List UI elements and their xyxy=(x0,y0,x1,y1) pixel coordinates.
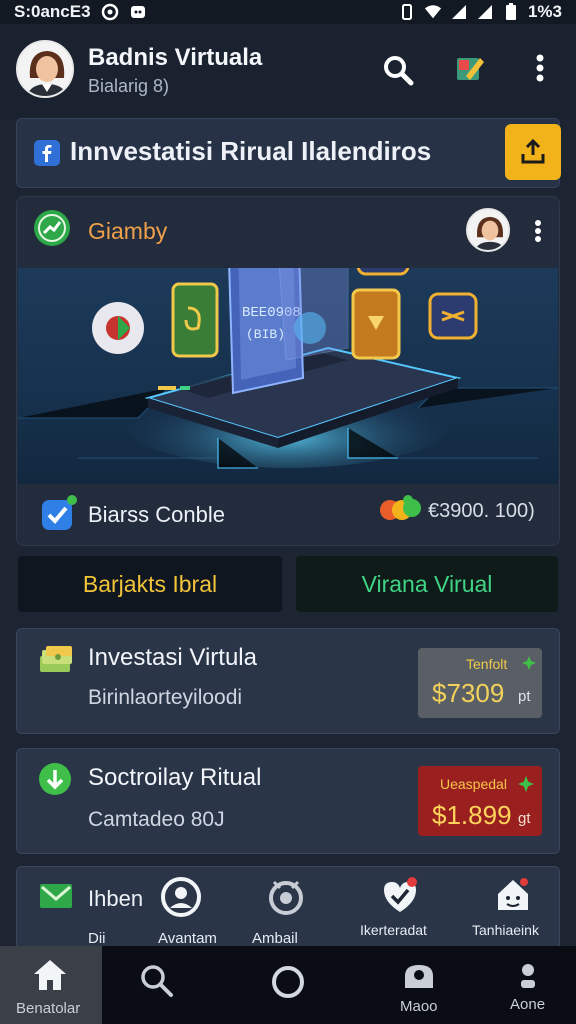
checkbox-icon[interactable] xyxy=(40,494,78,532)
shortcut-1-sublabel: Dii xyxy=(88,930,106,947)
edit-icon[interactable] xyxy=(450,48,490,88)
app-title: Badnis Virtuala xyxy=(88,44,263,71)
card-2-subtitle: Camtadeo 80J xyxy=(88,808,225,831)
card-1-title: Investasi Virtula xyxy=(88,644,257,671)
nav-messages-icon[interactable] xyxy=(402,962,436,994)
card-1-price: $7309 xyxy=(432,678,505,708)
card-1-price-label: Tenfolt xyxy=(466,656,508,672)
nav-search-icon[interactable] xyxy=(138,962,174,998)
nav-profile-label[interactable]: Aone xyxy=(510,996,545,1013)
home-face-icon[interactable] xyxy=(494,876,532,914)
shortcut-4-label[interactable]: Ikerteradat xyxy=(360,922,427,938)
nav-circle-icon[interactable] xyxy=(270,964,306,1000)
download-icon xyxy=(38,762,72,796)
card-2-price-suffix: gt xyxy=(518,810,531,827)
hero-illustration: BEE0908 (BIB) xyxy=(18,268,558,484)
hero-label: Giamby xyxy=(88,218,168,244)
check-heart-icon[interactable] xyxy=(380,876,420,916)
status-time: S:0ancE3 xyxy=(14,2,91,21)
account-icon[interactable] xyxy=(160,876,202,918)
card-2-price-box: Ueaspedal $1.899 gt xyxy=(418,766,542,836)
signal-icon xyxy=(450,3,468,21)
shortcut-5-label[interactable]: Tanhiaeink xyxy=(472,922,539,938)
chrome-float-icon xyxy=(92,302,144,354)
hero-avatar[interactable] xyxy=(466,208,510,252)
shortcut-2-label[interactable]: Avantam xyxy=(158,930,217,947)
hero-footer-amount: €3900. 100) xyxy=(428,500,535,522)
hero-more-icon[interactable] xyxy=(528,216,548,246)
card-2-price-label: Ueaspedal xyxy=(440,776,507,792)
trend-icon xyxy=(32,208,72,248)
tab-left-button[interactable]: Barjakts Ibral xyxy=(18,556,282,612)
status-bar: S:0ancE3 1%3 xyxy=(0,0,576,24)
nav-messages-label[interactable]: Maoo xyxy=(400,998,438,1015)
shortcut-1-label[interactable]: Ihben xyxy=(88,886,143,912)
card-1-subtitle: Birinlaorteyiloodi xyxy=(88,686,243,709)
profile-avatar[interactable] xyxy=(16,40,74,98)
target-icon[interactable] xyxy=(266,876,306,918)
card-1-price-box: Tenfolt $7309 pt xyxy=(418,648,542,718)
sparkle-icon xyxy=(518,776,534,792)
card-2-title: Soctroilay Ritual xyxy=(88,764,262,791)
banner-title: Innvestatisi Rirual Ilalendiros xyxy=(70,136,432,166)
coins-icon xyxy=(378,494,424,524)
card-2-price: $1.899 xyxy=(432,800,512,830)
mail-icon[interactable] xyxy=(38,880,74,912)
home-icon[interactable] xyxy=(32,958,68,992)
more-options-icon[interactable] xyxy=(522,48,558,88)
card-1-price-suffix: pt xyxy=(518,688,531,705)
vibrate-icon xyxy=(398,3,416,21)
search-icon[interactable] xyxy=(378,50,418,90)
battery-icon xyxy=(502,3,520,21)
money-stack-icon xyxy=(36,642,76,676)
sparkle-icon xyxy=(522,656,536,670)
shortcut-3-label[interactable]: Ambail xyxy=(252,930,298,947)
hero-footer-label: Biarss Conble xyxy=(88,502,225,527)
status-clock: 1%3 xyxy=(527,2,562,21)
notification-icon xyxy=(101,3,119,21)
share-button[interactable] xyxy=(505,124,561,180)
facebook-icon xyxy=(34,140,60,166)
nav-profile-icon[interactable] xyxy=(516,962,540,994)
hero-screen-text-2: (BIB) xyxy=(246,327,285,342)
wifi-icon xyxy=(424,3,442,21)
tab-right-button[interactable]: Virana Virual xyxy=(296,556,558,612)
share-icon xyxy=(521,138,545,164)
app-subtitle: Bialarig 8) xyxy=(88,76,170,96)
signal-2-icon xyxy=(476,3,494,21)
nav-home-label[interactable]: Benatolar xyxy=(16,1000,80,1017)
app-notification-icon xyxy=(129,3,147,21)
